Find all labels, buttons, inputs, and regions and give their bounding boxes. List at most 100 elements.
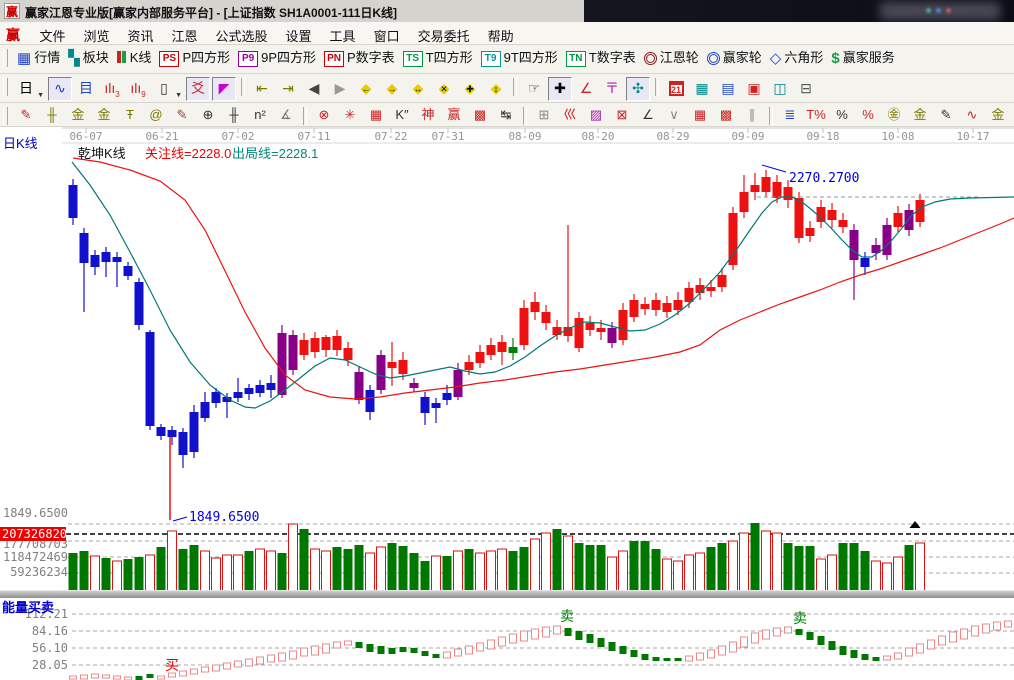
scale-list-tool-icon[interactable]: ≣ <box>778 105 802 126</box>
menu-item-tools[interactable]: 工具 <box>321 22 365 45</box>
save-icon[interactable]: ▣ <box>742 77 766 101</box>
gold-square-tool-icon[interactable]: 金 <box>66 105 90 126</box>
zoom-right-icon[interactable]: ◆→ <box>380 77 404 101</box>
wave-tool-icon[interactable]: ∿ <box>960 105 984 126</box>
shen-tool-icon[interactable]: 神 <box>416 105 440 126</box>
skip-first-icon[interactable]: ⇤ <box>250 77 274 101</box>
toolbar-button-p-number-table[interactable]: PNP数字表 <box>324 48 395 70</box>
cycle-3-bars-icon[interactable]: ılı3 <box>100 77 124 101</box>
menu-item-gann[interactable]: 江恩 <box>163 22 207 45</box>
ying-tool-icon[interactable]: 赢 <box>442 105 466 126</box>
toolbar-button-winner-service[interactable]: $赢家服务 <box>831 48 894 70</box>
circle-cross-tool-icon[interactable]: ⊗ <box>312 105 336 126</box>
low-price-annotation: 1849.6500 <box>189 510 259 525</box>
angle-divider-tool-icon[interactable]: ∡ <box>274 105 298 126</box>
grid-box-tool-icon[interactable]: ▦ <box>364 105 388 126</box>
crosshair-icon[interactable]: ✚ <box>548 77 572 101</box>
p-number-table-icon: PN <box>324 51 344 67</box>
red-grid-tool-icon[interactable]: ▦ <box>688 105 712 126</box>
toolbar-button-winner-wheel[interactable]: 赢家轮 <box>707 48 762 70</box>
f10-report-icon[interactable]: 目 <box>74 77 98 101</box>
toolbar-button-t-number-table[interactable]: TNT数字表 <box>566 48 636 70</box>
zoom-horizontal-icon[interactable]: ◆↔ <box>406 77 430 101</box>
n-square-tool-icon[interactable]: n² <box>248 105 272 126</box>
menu-item-news[interactable]: 资讯 <box>118 22 162 45</box>
gold-tool2-icon[interactable]: 金 <box>986 105 1010 126</box>
starburst-tool-icon[interactable]: ✳ <box>338 105 362 126</box>
volume-profile-icon[interactable]: ◤ <box>212 77 236 101</box>
menu-item-file[interactable]: 文件 <box>30 22 74 45</box>
f-ruler-tool-icon[interactable]: Ŧ <box>118 105 142 126</box>
notes-icon[interactable]: ▤ <box>716 77 740 101</box>
calendar-icon[interactable]: 21 <box>664 77 688 101</box>
hand-pan-icon[interactable]: ☞ <box>522 77 546 101</box>
percent-line-tool-icon[interactable]: % <box>856 105 880 126</box>
gold-circle-tool-icon[interactable]: ㊎ <box>882 105 906 126</box>
toolbar-grip[interactable] <box>3 78 8 96</box>
toolbar-button-gann-wheel[interactable]: 江恩轮 <box>644 48 699 70</box>
gold-square-tool2-icon[interactable]: 金 <box>92 105 116 126</box>
gann-ruler-icon[interactable]: ╫ <box>40 105 64 126</box>
menu-item-help[interactable]: 帮助 <box>479 22 523 45</box>
qiankun-kline-icon[interactable]: ∿ <box>48 77 72 101</box>
zoom-all-icon[interactable]: ◆✚ <box>458 77 482 101</box>
menu-item-window[interactable]: 窗口 <box>365 22 409 45</box>
box-fan-tool-icon[interactable]: ▨ <box>584 105 608 126</box>
price-grid-tool-icon[interactable]: ▩ <box>468 105 492 126</box>
brush-tool-icon[interactable]: ✎ <box>14 105 38 126</box>
menu-item-browse[interactable]: 浏览 <box>74 22 118 45</box>
gann-fan-tool-icon[interactable]: 巛 <box>558 105 582 126</box>
hollow-candle-selector[interactable]: ▯▼ <box>152 77 176 101</box>
v-line-tool-icon[interactable]: ∨ <box>662 105 686 126</box>
flag-pen-tool-icon[interactable]: ✎ <box>934 105 958 126</box>
toolbar-button-kline[interactable]: K线 <box>117 48 152 70</box>
gann-grid-icon[interactable]: 〒 <box>600 77 624 101</box>
winner-service-icon: $ <box>831 49 839 69</box>
next-bar-icon[interactable]: ▶ <box>328 77 352 101</box>
toolbar-button-sectors[interactable]: ▚板块 <box>68 48 109 70</box>
calculator-icon[interactable]: ▦ <box>690 77 714 101</box>
circle-dial-tool-icon[interactable]: ⊕ <box>196 105 220 126</box>
date-tick-label: 07-31 <box>431 130 464 143</box>
hexagon-icon: ◇ <box>770 50 782 68</box>
toolbar-button-label: 江恩轮 <box>660 50 699 65</box>
zoom-cross-icon[interactable]: ◆✕ <box>432 77 456 101</box>
cycle-9-bars-icon[interactable]: ılı9 <box>126 77 150 101</box>
smart-analysis-icon[interactable]: ✣ <box>626 77 650 101</box>
toolbar-button-p-square[interactable]: PSP四方形 <box>159 48 230 70</box>
zoom-left-icon[interactable]: ◆← <box>354 77 378 101</box>
svg-text:28.05: 28.05 <box>32 658 68 672</box>
parallel-lines-tool-icon[interactable]: ∥ <box>740 105 764 126</box>
spiral-tool-icon[interactable]: @ <box>144 105 168 126</box>
zoom-vertical-icon[interactable]: ◆↕ <box>484 77 508 101</box>
print-icon[interactable]: ⊟ <box>794 77 818 101</box>
pane-separator[interactable] <box>0 590 1014 598</box>
toolbar-button-hexagon[interactable]: ◇六角形 <box>770 48 824 70</box>
frame-tool-icon[interactable]: ⊞ <box>532 105 556 126</box>
span-arrows-tool-icon[interactable]: ↹ <box>494 105 518 126</box>
percent-tool-icon[interactable]: % <box>830 105 854 126</box>
remote-service-icon[interactable]: ◫ <box>768 77 792 101</box>
prev-bar-icon[interactable]: ◀ <box>302 77 326 101</box>
skip-last-icon[interactable]: ⇥ <box>276 77 300 101</box>
x-grid-tool-icon[interactable]: ⊠ <box>610 105 634 126</box>
k-wave-tool-icon[interactable]: K″ <box>390 105 414 126</box>
angle-measure-icon[interactable]: ∠ <box>574 77 598 101</box>
toolbar-button-quotes[interactable]: ▦行情 <box>17 48 60 70</box>
time-ruler-tool-icon[interactable]: ╫ <box>222 105 246 126</box>
red-grid-tool2-icon[interactable]: ▩ <box>714 105 738 126</box>
gold-line-tool-icon[interactable]: 金 <box>908 105 932 126</box>
menu-item-trade[interactable]: 交易委托 <box>409 22 479 45</box>
toolbar-grip[interactable] <box>3 107 8 125</box>
toolbar-button-9t-square[interactable]: T99T四方形 <box>481 48 558 70</box>
trend-angle-tool-icon[interactable]: ∠ <box>636 105 660 126</box>
menu-item-formula-pick[interactable]: 公式选股 <box>207 22 277 45</box>
t-percent-tool-icon[interactable]: T% <box>804 105 828 126</box>
menu-item-settings[interactable]: 设置 <box>277 22 321 45</box>
pattern-zigzag-icon[interactable]: 爻 <box>186 77 210 101</box>
toolbar-button-9p-square[interactable]: P99P四方形 <box>238 48 316 70</box>
marker-pen-tool-icon[interactable]: ✎ <box>170 105 194 126</box>
period-day-selector[interactable]: 日▼ <box>14 77 38 101</box>
toolbar-button-t-square[interactable]: TST四方形 <box>403 48 473 70</box>
toolbar-grip[interactable] <box>3 49 8 67</box>
